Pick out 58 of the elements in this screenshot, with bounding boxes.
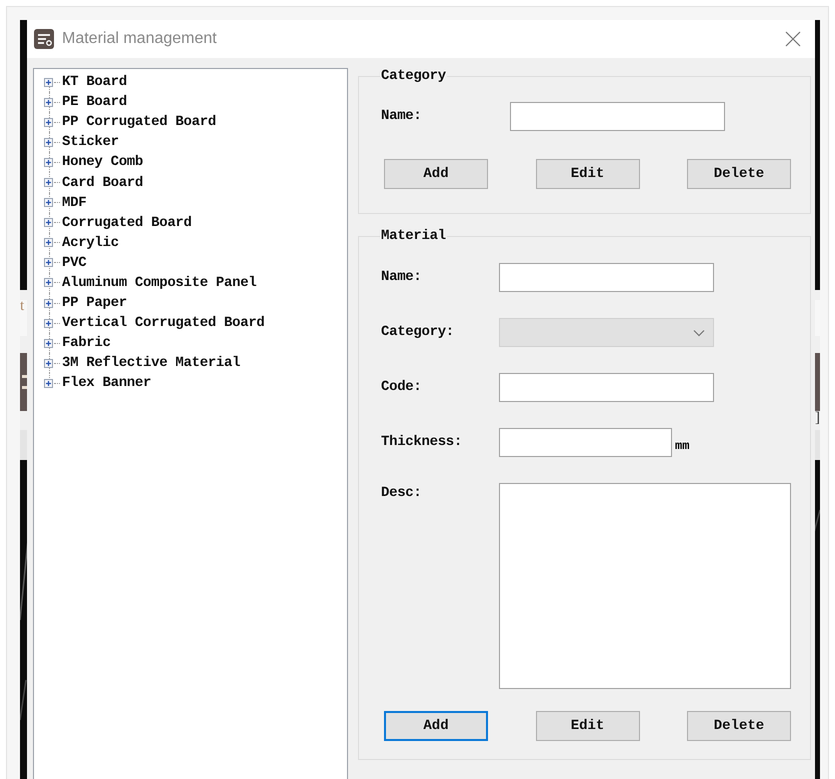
window-title: Material management [62,30,218,48]
tree-item[interactable]: 3M Reflective Material [62,355,240,372]
expand-icon[interactable] [44,98,53,107]
add-button[interactable]: Add [384,159,488,189]
expand-icon[interactable] [44,238,53,248]
input-field[interactable] [510,102,725,131]
field-label: Name: [381,268,423,287]
expand-icon[interactable] [44,258,53,268]
app-icon [34,29,54,49]
edit-button[interactable]: Edit [536,711,640,741]
tree-item[interactable]: Aluminum Composite Panel [62,274,256,291]
expand-icon[interactable] [44,198,53,208]
expand-icon[interactable] [44,378,53,388]
expand-icon[interactable] [44,138,53,147]
expand-icon[interactable] [44,298,53,308]
tree-item[interactable]: PP Paper [62,295,127,312]
expand-icon[interactable] [44,158,53,167]
tree-item[interactable]: Fabric [62,335,111,352]
tree-item[interactable]: MDF [62,194,86,211]
edit-button[interactable]: Edit [536,159,640,189]
group-title: Category [380,68,447,84]
chevron-icon [693,328,705,336]
field-label: Category: [381,323,455,342]
input-field[interactable] [499,373,714,402]
expand-icon[interactable] [44,338,53,348]
input-field[interactable] [499,428,672,457]
tree-item[interactable]: Sticker [62,134,119,150]
field-label: Code: [381,378,423,397]
tree-item[interactable]: Corrugated Board [62,214,192,231]
close-button[interactable] [784,30,802,48]
tree-item[interactable]: PP Corrugated Board [62,114,216,130]
background-text: t [20,298,24,314]
delete-button[interactable]: Delete [687,159,791,189]
field-label: Desc: [381,484,423,503]
unit-label: mm [675,438,690,452]
expand-icon[interactable] [44,358,53,368]
expand-icon[interactable] [44,118,53,127]
tree-item[interactable]: PE Board [62,94,127,110]
tree-item[interactable]: Card Board [62,174,144,191]
background-text: ] [815,410,820,426]
close-icon [784,30,802,48]
tree-item[interactable]: Flex Banner [62,375,152,392]
expand-icon[interactable] [44,78,53,87]
tree-item[interactable]: Honey Comb [62,154,144,170]
expand-icon[interactable] [44,278,53,288]
group-title: Material [380,228,447,244]
tree-item[interactable]: PVC [62,254,86,271]
delete-button[interactable]: Delete [687,711,791,741]
expand-icon[interactable] [44,218,53,228]
expand-icon[interactable] [44,318,53,328]
field-label: Name: [381,107,423,126]
input-field[interactable] [499,263,714,292]
tree-item[interactable]: Vertical Corrugated Board [62,315,265,332]
tree-item[interactable]: Acrylic [62,234,119,251]
expand-icon[interactable] [44,178,53,188]
field-label: Thickness: [381,433,464,452]
tree-item[interactable]: KT Board [62,74,127,90]
add-button[interactable]: Add [384,711,488,741]
